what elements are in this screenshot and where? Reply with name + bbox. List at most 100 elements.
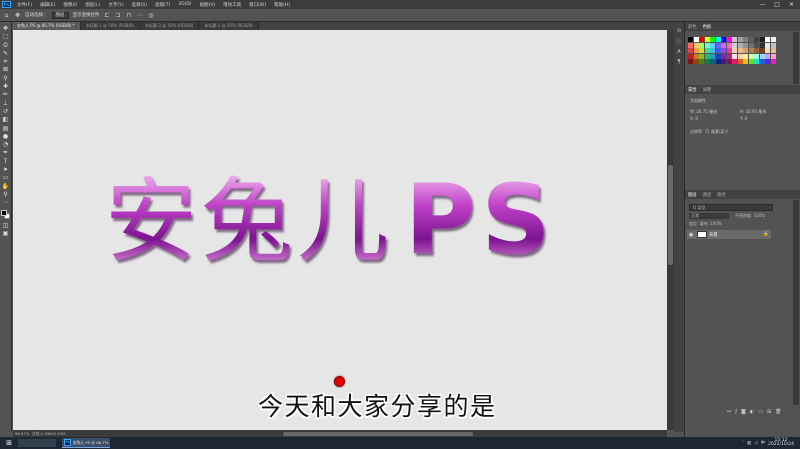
color-swatch[interactable] <box>693 37 699 42</box>
menu-file[interactable]: 文件(F) <box>13 2 36 8</box>
color-swatch[interactable] <box>726 37 732 42</box>
menu-edit[interactable]: 编辑(E) <box>36 2 59 8</box>
menu-filter[interactable]: 滤镜(T) <box>151 2 174 8</box>
color-swatch[interactable] <box>765 37 770 42</box>
color-swatch[interactable] <box>770 48 776 53</box>
color-swatch[interactable] <box>715 48 721 53</box>
history-brush-icon[interactable]: ↺ <box>1 108 10 116</box>
zoom-level[interactable]: 66.67% 文档:1.39M/2.45M <box>13 431 83 437</box>
screen-mode-icon[interactable]: ▣ <box>1 230 10 238</box>
color-swatch[interactable] <box>699 37 704 42</box>
color-swatch[interactable] <box>721 37 726 42</box>
fx-icon[interactable]: ƒ <box>735 409 737 415</box>
color-swatch[interactable] <box>765 53 770 59</box>
color-swatch[interactable] <box>743 37 748 42</box>
tab-adjustments[interactable]: 调整 <box>703 87 712 93</box>
doc-y[interactable]: Y: 0 <box>740 116 747 121</box>
color-swatch[interactable] <box>715 59 721 64</box>
marquee-tool-icon[interactable]: ⬚ <box>1 33 10 41</box>
color-swatch[interactable] <box>748 37 754 42</box>
document-tab[interactable]: 未标题-3 @ 50% (RGB/8) <box>199 22 259 30</box>
color-swatch[interactable] <box>754 53 759 59</box>
color-swatch[interactable] <box>699 59 704 64</box>
doc-x[interactable]: X: 0 <box>690 116 698 121</box>
horizontal-scroll-thumb[interactable] <box>283 431 473 436</box>
color-swatch[interactable] <box>732 37 737 42</box>
align-center-icon[interactable]: ⊐ <box>115 12 122 19</box>
color-swatch[interactable] <box>688 53 693 59</box>
color-swatch[interactable] <box>726 53 732 59</box>
menu-type[interactable]: 文字(Y) <box>104 2 127 8</box>
minimize-button[interactable]: — <box>759 1 765 8</box>
color-swatch[interactable] <box>721 42 726 48</box>
color-swatch[interactable] <box>699 53 704 59</box>
color-swatch[interactable] <box>721 53 726 59</box>
trash-icon[interactable]: 🗑 <box>775 409 781 415</box>
tab-swatches[interactable]: 色板 <box>703 24 712 30</box>
more-options-icon[interactable]: ⋯ <box>137 12 144 19</box>
menu-image[interactable]: 图像(I) <box>59 2 81 8</box>
volume-icon[interactable]: ◁ <box>754 441 757 446</box>
color-swatch[interactable] <box>754 37 759 42</box>
tab-properties[interactable]: 属性 <box>688 87 697 93</box>
color-swatch[interactable] <box>704 42 710 48</box>
color-swatch[interactable] <box>693 59 699 64</box>
tab-paths[interactable]: 路径 <box>717 192 726 198</box>
color-swatches[interactable] <box>0 209 11 220</box>
color-swatch[interactable] <box>704 53 710 59</box>
menu-3d[interactable]: 3D(D) <box>174 2 195 7</box>
clone-stamp-icon[interactable]: ⊥ <box>1 100 10 108</box>
color-swatch[interactable] <box>743 48 748 53</box>
color-swatch[interactable] <box>770 59 776 64</box>
frame-tool-icon[interactable]: ⊠ <box>1 66 10 74</box>
align-right-icon[interactable]: ⊓ <box>126 12 133 19</box>
color-swatch[interactable] <box>770 53 776 59</box>
menu-help[interactable]: 帮助(H) <box>270 2 294 8</box>
color-swatch[interactable] <box>759 37 765 42</box>
color-swatch[interactable] <box>710 42 715 48</box>
color-swatch[interactable] <box>765 42 770 48</box>
mask-icon[interactable]: ◙ <box>741 409 746 415</box>
color-swatch[interactable] <box>710 48 715 53</box>
crop-tool-icon[interactable]: ⌗ <box>1 58 10 66</box>
color-swatch[interactable] <box>765 48 770 53</box>
paragraph-panel-icon[interactable]: ¶ <box>677 59 680 65</box>
move-tool-icon[interactable]: ✥ <box>1 25 10 33</box>
taskbar-search[interactable] <box>18 439 56 447</box>
color-swatch[interactable] <box>732 48 737 53</box>
color-swatch[interactable] <box>710 59 715 64</box>
color-swatch[interactable] <box>732 53 737 59</box>
color-swatch[interactable] <box>688 59 693 64</box>
layers-scrollbar[interactable] <box>793 200 799 405</box>
color-swatch[interactable] <box>699 42 704 48</box>
shape-tool-icon[interactable]: ▭ <box>1 174 10 182</box>
lock-fill-row[interactable]: 锁定: 填充: 100% <box>689 221 773 227</box>
color-swatch[interactable] <box>770 42 776 48</box>
blur-tool-icon[interactable]: ● <box>1 133 10 141</box>
path-select-icon[interactable]: ➤ <box>1 166 10 174</box>
chevron-up-icon[interactable]: ˄ <box>742 441 744 446</box>
hand-tool-icon[interactable]: ✋ <box>1 183 10 191</box>
color-swatch[interactable] <box>765 59 770 64</box>
tab-channels[interactable]: 通道 <box>703 192 712 198</box>
canvas[interactable]: 安兔儿 PS 今天和大家分享的是 <box>13 30 667 430</box>
foreground-color[interactable] <box>0 209 7 216</box>
color-swatch[interactable] <box>754 42 759 48</box>
color-swatch[interactable] <box>759 59 765 64</box>
color-swatch[interactable] <box>748 59 754 64</box>
opacity-field[interactable]: 不透明度: 100% <box>735 213 771 219</box>
color-swatch[interactable] <box>715 42 721 48</box>
color-swatch[interactable] <box>748 48 754 53</box>
color-swatch[interactable] <box>732 42 737 48</box>
layer-row-background[interactable]: ◉ 背景 🔒 <box>687 230 771 239</box>
color-swatch[interactable] <box>693 53 699 59</box>
doc-width[interactable]: W: 26.75 厘米 <box>690 109 717 115</box>
ime-icon[interactable]: 中 <box>761 440 766 446</box>
home-icon[interactable]: ⌂ <box>3 12 10 19</box>
color-swatch[interactable] <box>737 59 743 64</box>
color-swatch[interactable] <box>688 42 693 48</box>
tab-layers[interactable]: 图层 <box>688 192 697 198</box>
maximize-button[interactable]: □ <box>774 1 780 8</box>
layer-filter-input[interactable]: Q 类型 <box>689 204 773 211</box>
3d-mode-icon[interactable]: ◎ <box>148 12 155 19</box>
